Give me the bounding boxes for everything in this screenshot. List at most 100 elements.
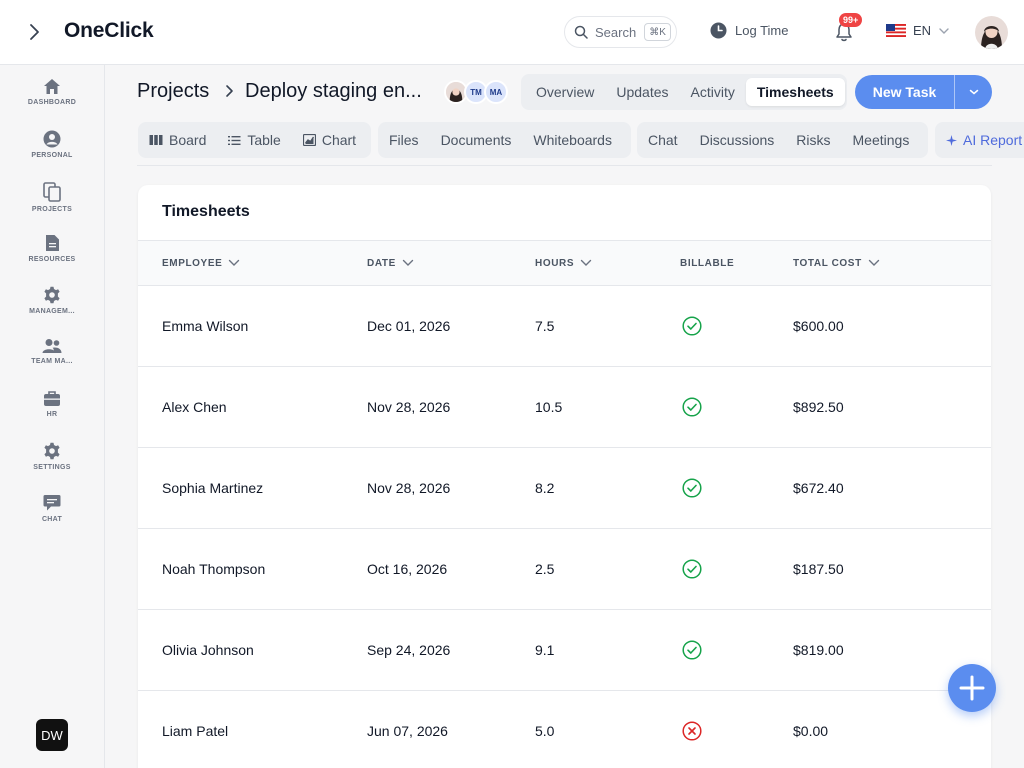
view-table-button[interactable]: Table xyxy=(217,126,291,154)
table-row[interactable]: Noah Thompson Oct 16, 2026 2.5 $187.50 xyxy=(138,529,991,610)
collaboration-nav: Chat Discussions Risks Meetings xyxy=(637,122,928,158)
table-row[interactable]: Liam Patel Jun 07, 2026 5.0 $0.00 xyxy=(138,691,991,768)
user-avatar[interactable] xyxy=(975,16,1008,49)
date-cell: Dec 01, 2026 xyxy=(367,318,451,334)
tab-updates[interactable]: Updates xyxy=(605,78,679,106)
hours-cell: 2.5 xyxy=(535,561,555,577)
view-table-label: Table xyxy=(247,132,281,148)
sidebar-item-label: SETTINGS xyxy=(33,464,71,471)
log-time-label: Log Time xyxy=(735,23,789,38)
tab-timesheets[interactable]: Timesheets xyxy=(745,78,845,106)
avatar-photo xyxy=(446,82,466,102)
check-circle-icon xyxy=(682,397,702,417)
x-circle-icon xyxy=(682,721,702,741)
check-circle-icon xyxy=(682,478,702,498)
sidebar-item-label: RESOURCES xyxy=(28,256,76,263)
timesheets-card: Timesheets EMPLOYEE DATE HOURS BILLABLE … xyxy=(138,185,991,768)
nav-whiteboards[interactable]: Whiteboards xyxy=(522,126,623,154)
sidebar-item-dashboard[interactable]: DASHBOARD xyxy=(0,78,104,124)
total-cost-cell: $672.40 xyxy=(793,480,844,496)
column-billable: BILLABLE xyxy=(680,241,734,285)
date-cell: Jun 07, 2026 xyxy=(367,723,448,739)
check-circle-icon xyxy=(682,559,702,579)
briefcase-icon xyxy=(44,391,60,406)
date-cell: Nov 28, 2026 xyxy=(367,480,451,496)
ai-report-label: AI Report xyxy=(963,132,1023,148)
sidebar-item-label: PROJECTS xyxy=(31,206,73,213)
member-avatar: MA xyxy=(484,80,508,104)
view-board-button[interactable]: Board xyxy=(138,126,217,154)
sidebar-item-projects[interactable]: PROJECTS xyxy=(0,182,104,228)
sidebar-item-management[interactable]: MANAGEM... xyxy=(0,286,104,332)
new-task-menu-button[interactable] xyxy=(955,75,992,109)
employee-cell: Noah Thompson xyxy=(162,561,266,577)
chevron-right-icon xyxy=(30,24,39,40)
log-time-button[interactable]: Log Time xyxy=(710,22,788,39)
chevron-down-icon xyxy=(939,27,949,34)
date-cell: Nov 28, 2026 xyxy=(367,399,451,415)
chevron-down-icon xyxy=(402,259,414,266)
total-cost-cell: $819.00 xyxy=(793,642,844,658)
gear-icon xyxy=(44,286,60,304)
view-switcher: Board Table Chart xyxy=(138,122,371,158)
view-chart-label: Chart xyxy=(321,132,357,148)
add-fab-button[interactable] xyxy=(948,664,996,712)
sparkle-icon xyxy=(946,134,957,146)
ai-report-group: AI Report xyxy=(935,122,1024,158)
copy-icon xyxy=(43,182,61,202)
billable-cell xyxy=(682,286,702,366)
nav-meetings[interactable]: Meetings xyxy=(842,126,921,154)
sidebar-item-hr[interactable]: HR xyxy=(0,390,104,436)
check-circle-icon xyxy=(682,640,702,660)
nav-discussions[interactable]: Discussions xyxy=(689,126,786,154)
total-cost-cell: $0.00 xyxy=(793,723,829,739)
new-task-button[interactable]: New Task xyxy=(855,75,954,109)
tab-activity[interactable]: Activity xyxy=(680,78,746,106)
docs-nav: Files Documents Whiteboards xyxy=(378,122,631,158)
table-row[interactable]: Sophia Martinez Nov 28, 2026 8.2 $672.40 xyxy=(138,448,991,529)
language-label: EN xyxy=(913,23,932,38)
sidebar-item-personal[interactable]: PERSONAL xyxy=(0,130,104,176)
column-employee[interactable]: EMPLOYEE xyxy=(162,241,240,285)
gear-icon xyxy=(44,442,60,460)
billable-cell xyxy=(682,529,702,609)
nav-chat[interactable]: Chat xyxy=(637,126,689,154)
view-tabs: Overview Updates Activity Timesheets xyxy=(521,74,847,110)
check-circle-icon xyxy=(682,316,702,336)
sidebar-item-team-management[interactable]: TEAM MA... xyxy=(0,338,104,384)
column-total-cost[interactable]: TOTAL COST xyxy=(793,241,880,285)
search-placeholder: Search xyxy=(595,24,637,40)
column-date[interactable]: DATE xyxy=(367,241,414,285)
sidebar-item-resources[interactable]: RESOURCES xyxy=(0,234,104,280)
sidebar-item-settings[interactable]: SETTINGS xyxy=(0,442,104,488)
sidebar-item-label: CHAT xyxy=(41,516,63,523)
nav-files[interactable]: Files xyxy=(378,126,430,154)
sidebar-item-chat[interactable]: CHAT xyxy=(0,494,104,540)
clock-icon xyxy=(710,22,727,39)
expand-sidebar-button[interactable] xyxy=(22,20,46,44)
billable-cell xyxy=(682,610,702,690)
project-members[interactable]: TM MA xyxy=(444,80,508,104)
table-row[interactable]: Emma Wilson Dec 01, 2026 7.5 $600.00 xyxy=(138,286,991,367)
notifications-badge: 99+ xyxy=(839,13,863,27)
language-selector[interactable]: EN xyxy=(886,23,951,38)
billable-cell xyxy=(682,691,702,768)
view-chart-button[interactable]: Chart xyxy=(292,126,367,154)
total-cost-cell: $600.00 xyxy=(793,318,844,334)
table-row[interactable]: Alex Chen Nov 28, 2026 10.5 $892.50 xyxy=(138,367,991,448)
breadcrumb-projects[interactable]: Projects xyxy=(137,80,209,103)
ai-report-button[interactable]: AI Report xyxy=(935,126,1024,154)
table-row[interactable]: Olivia Johnson Sep 24, 2026 9.1 $819.00 xyxy=(138,610,991,691)
nav-risks[interactable]: Risks xyxy=(785,126,841,154)
column-label: EMPLOYEE xyxy=(162,257,223,269)
avatar-photo xyxy=(975,16,1008,49)
column-hours[interactable]: HOURS xyxy=(535,241,592,285)
new-task-split-button: New Task xyxy=(855,75,992,109)
hours-cell: 9.1 xyxy=(535,642,555,658)
current-user-avatar[interactable]: DW xyxy=(36,719,68,751)
nav-documents[interactable]: Documents xyxy=(430,126,523,154)
search-input[interactable]: Search ⌘K xyxy=(564,16,677,48)
chevron-down-icon xyxy=(229,259,240,266)
tab-overview[interactable]: Overview xyxy=(525,78,605,106)
home-icon xyxy=(44,79,60,94)
